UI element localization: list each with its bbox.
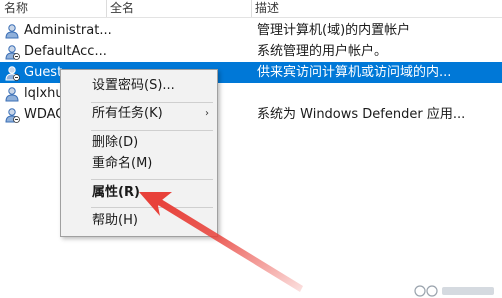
- user-description: 系统管理的用户帐户。: [257, 44, 388, 59]
- column-name[interactable]: 名称: [0, 0, 106, 17]
- menu-divider: [91, 179, 213, 180]
- user-name: DefaultAcc...: [24, 44, 107, 59]
- user-name: Administrat...: [24, 23, 112, 38]
- user-account-icon: [5, 24, 19, 39]
- submenu-arrow-icon: ›: [205, 108, 209, 119]
- user-account-icon: [5, 87, 19, 102]
- table-row[interactable]: Administrat... 管理计算机(域)的内置帐户: [0, 20, 502, 41]
- menu-item-set-password[interactable]: 设置密码(S)...: [61, 75, 217, 97]
- column-header: 名称 全名 描述: [0, 0, 502, 18]
- menu-divider: [91, 207, 213, 208]
- menu-item-help[interactable]: 帮助(H): [61, 210, 217, 232]
- user-description: 供来宾访问计算机或访问域的内...: [257, 65, 452, 80]
- menu-item-label: 所有任务(K): [92, 106, 163, 121]
- column-fullname[interactable]: 全名: [106, 0, 251, 17]
- menu-item-all-tasks[interactable]: 所有任务(K) ›: [61, 103, 217, 125]
- user-account-icon: [5, 66, 20, 81]
- local-users-window: 名称 全名 描述 Administrat... 管理计算机(域)的内置帐户 De…: [0, 0, 502, 298]
- menu-item-delete[interactable]: 删除(D): [61, 132, 217, 154]
- context-menu: 设置密码(S)... 所有任务(K) › 删除(D) 重命名(M) 属性(R) …: [60, 69, 218, 237]
- table-row[interactable]: DefaultAcc... 系统管理的用户帐户。: [0, 41, 502, 62]
- column-description[interactable]: 描述: [251, 0, 502, 17]
- menu-divider: [91, 130, 213, 131]
- watermark-logo: [414, 285, 494, 297]
- menu-item-properties[interactable]: 属性(R): [61, 182, 217, 204]
- menu-item-rename[interactable]: 重命名(M): [61, 153, 217, 175]
- user-description: 系统为 Windows Defender 应用...: [257, 107, 466, 122]
- user-description: 管理计算机(域)的内置帐户: [257, 23, 411, 38]
- user-account-icon: [5, 108, 20, 123]
- user-account-icon: [5, 45, 20, 60]
